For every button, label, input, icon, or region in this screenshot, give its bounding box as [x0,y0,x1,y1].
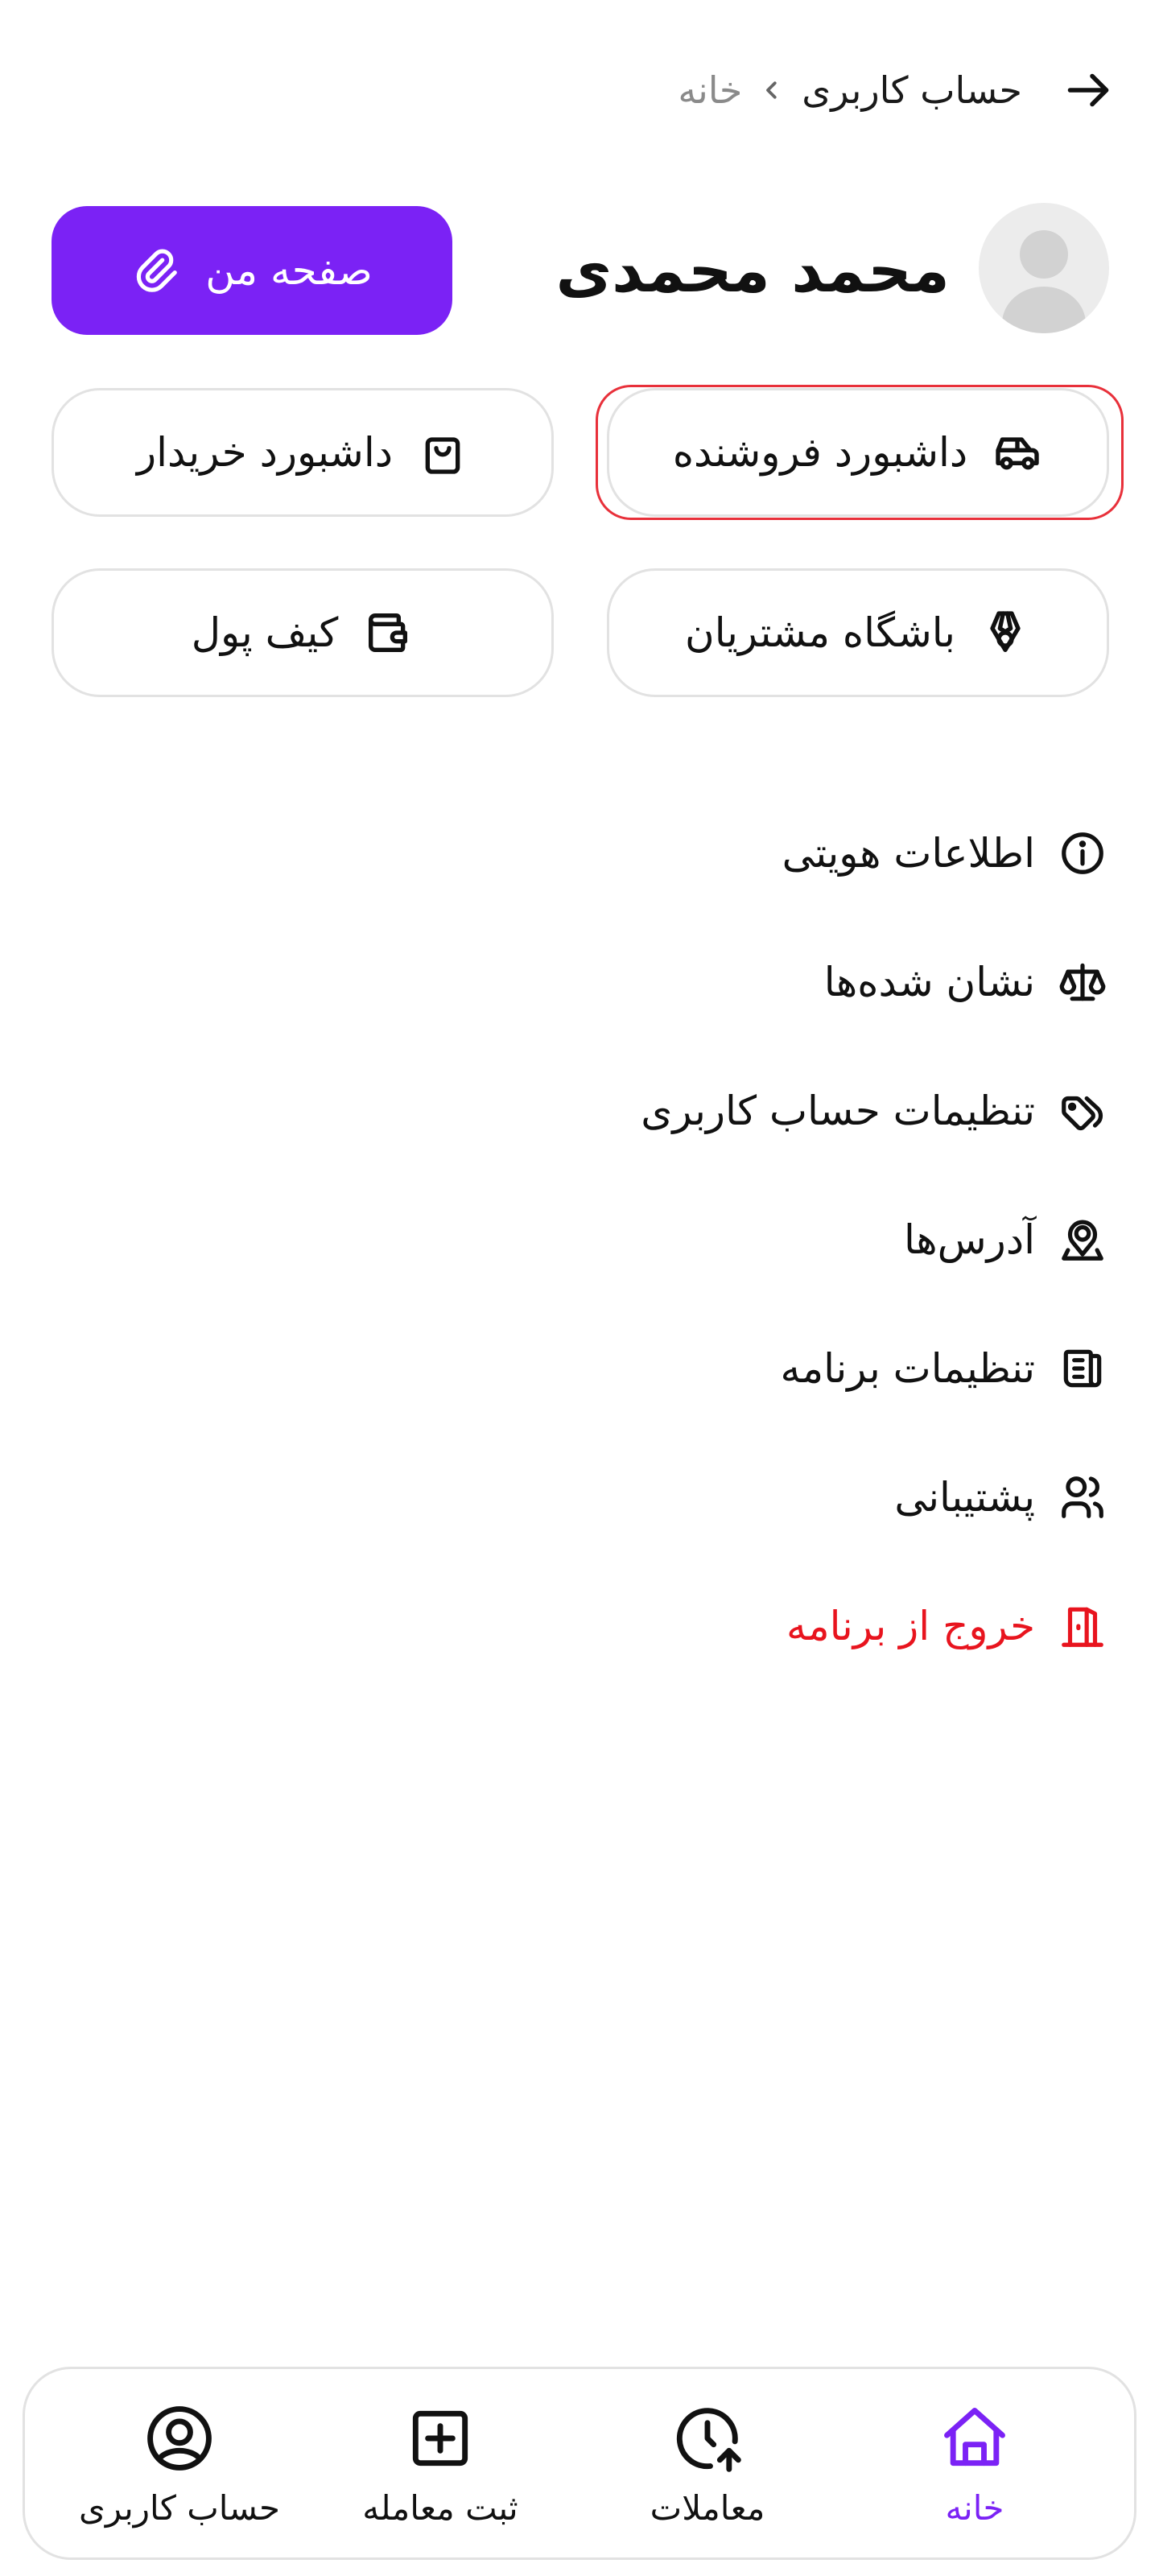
breadcrumb-current: حساب کاربری [802,68,1022,112]
breadcrumb-home[interactable]: خانه [678,68,742,112]
seller-dashboard-label: داشبورد فروشنده [672,429,968,476]
plus-square-icon [402,2400,479,2477]
nav-new-trade[interactable]: ثبت معامله [320,2369,561,2557]
info-circle-icon [1056,827,1109,880]
wallet-icon [369,613,408,652]
news-icon [1056,1342,1109,1395]
menu-item-label: اطلاعات هویتی [782,830,1035,877]
avatar[interactable] [979,203,1109,333]
nav-trades[interactable]: معاملات [587,2369,828,2557]
menu-item-identity-info[interactable]: اطلاعات هویتی [50,789,1109,918]
door-exit-icon [1056,1600,1109,1653]
settings-menu: اطلاعات هویتی نشان شده‌ها تنظیمات حساب ک… [50,789,1109,1690]
menu-item-label: تنظیمات حساب کاربری [641,1088,1035,1134]
back-button[interactable] [1059,61,1117,119]
home-icon [936,2400,1013,2477]
menu-item-account-settings[interactable]: تنظیمات حساب کاربری [50,1046,1109,1175]
menu-item-label: پشتیبانی [894,1474,1035,1521]
menu-item-label: آدرس‌ها [904,1216,1035,1263]
car-icon [996,437,1039,470]
menu-item-app-settings[interactable]: تنظیمات برنامه [50,1304,1109,1433]
menu-item-support[interactable]: پشتیبانی [50,1433,1109,1562]
customer-club-label: باشگاه مشتریان [685,609,955,656]
user-avatar-icon [1002,230,1086,333]
menu-item-logout[interactable]: خروج از برنامه [50,1562,1109,1690]
header: حساب کاربری خانه [0,58,1159,122]
my-page-label: صفحه من [205,247,373,294]
chevron-left-icon [760,78,784,102]
menu-item-label: خروج از برنامه [786,1603,1035,1649]
nav-account[interactable]: حساب کاربری [59,2369,300,2557]
buyer-dashboard-label: داشبورد خریدار [137,429,393,476]
menu-item-label: نشان شده‌ها [823,959,1035,1005]
breadcrumb: حساب کاربری خانه [678,58,1022,122]
arrow-right-icon [1067,73,1109,107]
seller-dashboard-button[interactable]: داشبورد فروشنده [607,388,1109,517]
clock-arrow-icon [669,2400,746,2477]
scale-icon [1056,956,1109,1009]
profile-name: محمد محمدی [555,233,950,306]
medal-icon [990,611,1021,652]
buyer-dashboard-button[interactable]: داشبورد خریدار [52,388,554,517]
nav-home-label: خانه [945,2487,1004,2528]
customer-club-button[interactable]: باشگاه مشتریان [607,568,1109,697]
user-circle-icon [141,2400,218,2477]
nav-account-label: حساب کاربری [79,2487,280,2528]
paperclip-icon [137,249,178,292]
menu-item-addresses[interactable]: آدرس‌ها [50,1175,1109,1304]
nav-new-trade-label: ثبت معامله [362,2487,518,2528]
users-icon [1056,1471,1109,1524]
nav-home[interactable]: خانه [854,2369,1095,2557]
wallet-label: کیف پول [191,609,339,656]
map-pin-icon [1056,1213,1109,1266]
bottom-nav: خانه معاملات ثبت معامله حساب کاربری [23,2367,1136,2560]
tags-icon [1056,1084,1109,1137]
shopping-bag-icon [425,437,460,474]
menu-item-bookmarks[interactable]: نشان شده‌ها [50,918,1109,1046]
wallet-button[interactable]: کیف پول [52,568,554,697]
account-page: حساب کاربری خانه محمد محمدی صفحه من داشب… [0,0,1159,2576]
my-page-button[interactable]: صفحه من [52,206,452,335]
nav-trades-label: معاملات [650,2487,765,2528]
menu-item-label: تنظیمات برنامه [780,1345,1035,1392]
